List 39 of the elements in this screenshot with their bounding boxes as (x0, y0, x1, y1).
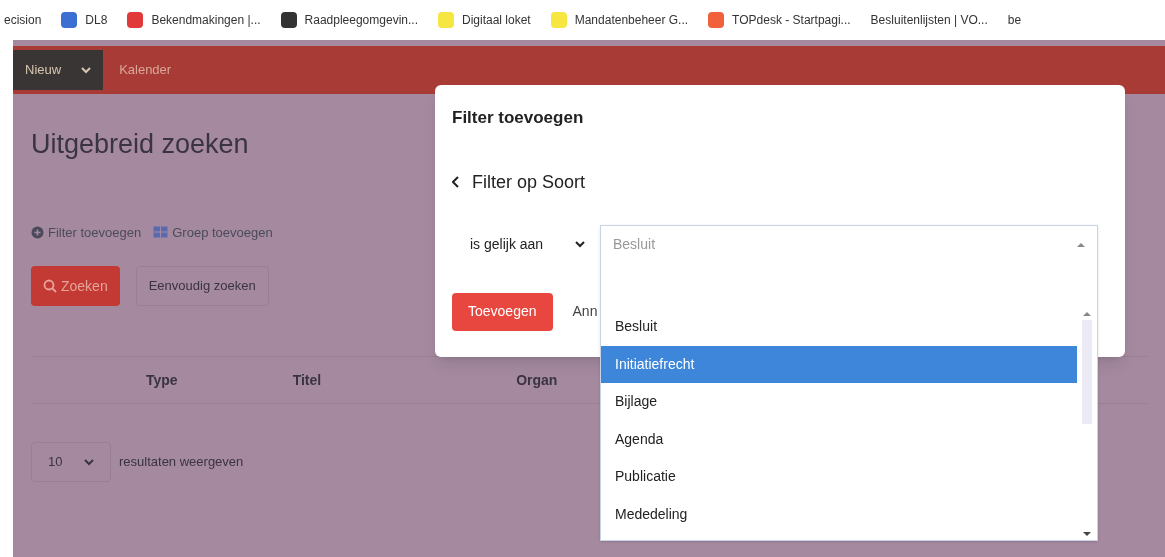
column-header[interactable]: Titel (292, 369, 322, 391)
chevron-down-icon (81, 66, 92, 74)
bookmark-link[interactable]: Besluitenlijsten | VO... (870, 11, 988, 29)
dropdown-option[interactable]: Agenda (601, 420, 1077, 458)
bookmark-link[interactable]: DL8 (85, 11, 108, 29)
dropdown-option[interactable]: Bijlage (601, 383, 1077, 421)
page-size-label: resultaten weergeven (119, 453, 244, 472)
bookmark-link[interactable]: Mandatenbeheer G... (574, 11, 689, 29)
bookmark-link[interactable]: Raadpleegomgevin... (304, 11, 418, 29)
column-header[interactable]: Type (146, 369, 178, 391)
chevron-down-icon (575, 240, 585, 248)
caret-up-icon (1077, 242, 1085, 247)
dropdown-option[interactable]: Publicatie (601, 458, 1077, 496)
simple-search-button[interactable]: Eenvoudig zoeken (135, 266, 269, 306)
column-header[interactable]: Organ (516, 369, 558, 391)
dropdown-option[interactable]: Initiatiefrecht (601, 345, 1077, 383)
bookmark-link[interactable]: Digitaal loket (462, 11, 531, 29)
bookmark-link[interactable]: ecision (4, 11, 42, 29)
add-button[interactable]: Toevoegen (452, 292, 553, 331)
search-icon (43, 279, 57, 293)
bookmark-link[interactable]: be (1007, 11, 1022, 29)
action-label: Filter toevoegen (48, 223, 142, 242)
dropdown-option[interactable]: Mededeling (601, 495, 1077, 533)
dialog-title: Filter toevoegen (452, 107, 585, 129)
back-button[interactable]: Filter op Soort (452, 168, 586, 196)
chevron-down-icon (84, 458, 94, 466)
new-button[interactable]: Nieuw (13, 50, 104, 90)
page-title: Uitgebreid zoeken (31, 128, 250, 161)
bookmark-link[interactable]: TOPdesk - Startpagi... (732, 11, 851, 29)
chevron-left-icon (452, 176, 460, 188)
action-label: Groep toevoegen (172, 223, 273, 242)
dropdown-option[interactable]: Besluit (601, 308, 1077, 346)
type-search-field[interactable]: Besluit (613, 234, 1077, 255)
plus-circle-icon (31, 225, 44, 239)
bookmark-link[interactable]: Bekendmakingen |... (151, 11, 261, 29)
page-size-select[interactable]: 10 (31, 442, 111, 482)
grid-icon (153, 226, 169, 239)
cancel-button[interactable]: Ann (572, 301, 598, 322)
operator-select[interactable]: is gelijk aan (470, 233, 585, 255)
